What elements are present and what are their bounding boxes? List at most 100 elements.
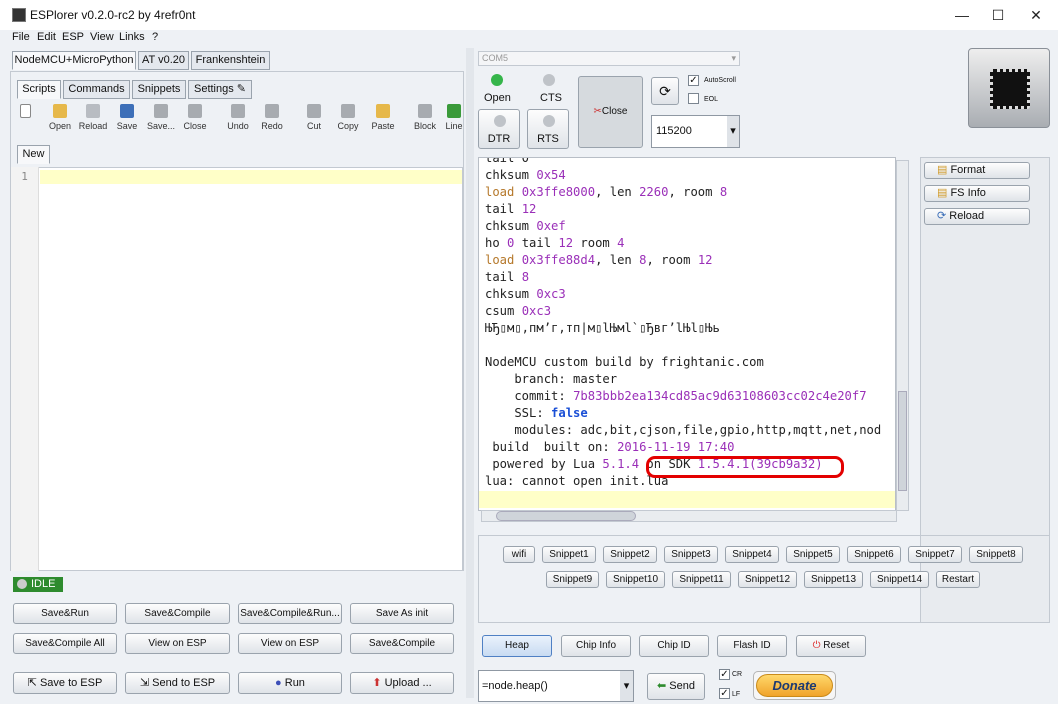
view-on-esp-button[interactable]: View on ESP [125,633,230,654]
rts-button[interactable]: RTS [527,109,569,149]
terminal-segment: , room [646,253,698,267]
undo-button[interactable]: Undo [221,104,255,131]
open-button[interactable]: Open [43,104,77,131]
donate-button[interactable]: Donate [756,674,833,697]
send-button[interactable]: ⬅ Send [647,673,705,700]
baud-rate-select[interactable]: 115200 ▾ [651,115,740,148]
hscroll-thumb[interactable] [496,511,636,521]
cr-checkbox[interactable]: ✓ [719,669,730,680]
port-select[interactable]: COM5 ▾ [478,51,740,66]
chip-info-button[interactable]: Chip Info [561,635,631,657]
snippet-11-button[interactable]: Snippet11 [672,571,731,588]
menu-help[interactable]: ? [152,31,158,43]
save-compile-button[interactable]: Save&Compile [125,603,230,624]
reload-label: Reload [78,121,108,131]
chip-id-button[interactable]: Chip ID [639,635,709,657]
terminal-line: commit: 7b83bbb2ea134cd85ac9d63108603cc0… [485,389,866,403]
reload-button[interactable]: Reload [76,104,110,131]
send-to-esp-button[interactable]: ⇲ Send to ESP [125,672,230,694]
lf-checkbox[interactable]: ✓ [719,688,730,699]
snippet-4-button[interactable]: Snippet4 [725,546,779,563]
close-window-button[interactable]: ✕ [1014,0,1058,30]
menu-file[interactable]: File [12,31,30,43]
snippet-5-button[interactable]: Snippet5 [786,546,840,563]
paste-button[interactable]: Paste [366,104,400,131]
copy-button[interactable]: Copy [331,104,365,131]
save-button[interactable]: Save [110,104,144,131]
save-to-esp-button[interactable]: ⇱ Save to ESP [13,672,117,694]
redo-button[interactable]: Redo [255,104,289,131]
tab-nodemcu[interactable]: NodeMCU+MicroPython [12,51,136,70]
snippet-3-button[interactable]: Snippet3 [664,546,718,563]
restart-button[interactable]: Restart [936,571,980,588]
terminal-segment: chksum [485,287,537,301]
line-button[interactable]: Line [444,104,464,131]
autoscroll-checkbox[interactable]: ✓ [688,75,699,86]
dtr-button[interactable]: DTR [478,109,520,149]
menu-edit[interactable]: Edit [37,31,56,43]
menu-links[interactable]: Links [119,31,145,43]
terminal-line: lua: cannot open init.lua [485,474,668,488]
dtr-led-icon [494,115,506,127]
snippet-9-button[interactable]: Snippet9 [546,571,599,588]
terminal-segment: tail [485,202,522,216]
snippet-2-button[interactable]: Snippet2 [603,546,657,563]
baud-dropdown-icon: ▾ [727,116,739,147]
close-file-button[interactable]: Close [178,104,212,131]
terminal-line: tail 8 [485,270,529,284]
run-button[interactable]: ● Run [238,672,342,694]
heap-button[interactable]: Heap [482,635,552,657]
format-button[interactable]: ▤ Format [924,162,1030,179]
upload-button[interactable]: ⬆ Upload ... [350,672,454,694]
menu-esp[interactable]: ESP [62,31,84,43]
terminal-segment: tail [514,236,559,250]
terminal-vscroll[interactable] [896,160,909,511]
reset-button[interactable]: ⏻ Reset [796,635,866,657]
save-as-init-button[interactable]: Save As init [350,603,454,624]
open-port-label[interactable]: Open [484,92,511,104]
save-as-button[interactable]: Save... [144,104,178,131]
tab-at[interactable]: AT v0.20 [138,51,189,70]
snippet-10-button[interactable]: Snippet10 [606,571,665,588]
tab-snippets[interactable]: Snippets [132,80,186,99]
vscroll-thumb[interactable] [898,391,907,491]
snippet-1-button[interactable]: Snippet1 [542,546,596,563]
save-run-button[interactable]: Save&Run [13,603,117,624]
menu-view[interactable]: View [90,31,114,43]
snippet-12-button[interactable]: Snippet12 [738,571,797,588]
fs-info-button[interactable]: ▤ FS Info [924,185,1030,202]
file-tab-new[interactable]: New [17,145,50,164]
terminal-hscroll[interactable] [481,510,897,522]
tab-settings[interactable]: Settings ✎ [188,80,252,99]
current-line-highlight [40,170,462,184]
snippet-7-button[interactable]: Snippet7 [908,546,962,563]
close-port-button[interactable]: ✂Close [578,76,643,148]
tab-frankenshtein[interactable]: Frankenshtein [191,51,270,70]
splitter[interactable] [466,48,474,698]
view-on-esp-button-2[interactable]: View on ESP [238,633,342,654]
terminal-segment: 8 [521,270,530,284]
port-value: COM5 [482,53,509,63]
reload-fs-button[interactable]: ⟳ Reload [924,208,1030,225]
save-compile-button-2[interactable]: Save&Compile [350,633,454,654]
terminal-segment: NodeMCU custom build by frightanic.com [485,355,764,369]
flash-id-button[interactable]: Flash ID [717,635,787,657]
cut-button[interactable]: Cut [297,104,331,131]
snippet-14-button[interactable]: Snippet14 [870,571,929,588]
new-file-button[interactable] [8,104,42,121]
refresh-ports-button[interactable]: ⟳ [651,77,679,105]
save-compile-all-button[interactable]: Save&Compile All [13,633,117,654]
redo-icon [265,104,279,118]
snippet-8-button[interactable]: Snippet8 [969,546,1023,563]
tab-scripts[interactable]: Scripts [17,80,61,99]
code-editor[interactable] [11,167,463,571]
reload-fs-label: Reload [949,210,985,222]
block-button[interactable]: Block [408,104,442,131]
save-compile-run-button[interactable]: Save&Compile&Run... [238,603,342,624]
snippet-6-button[interactable]: Snippet6 [847,546,901,563]
tab-commands[interactable]: Commands [63,80,130,99]
command-input[interactable]: =node.heap() ▾ [478,670,634,702]
snippet-13-button[interactable]: Snippet13 [804,571,863,588]
snippet-wifi-button[interactable]: wifi [503,546,535,563]
eol-checkbox[interactable] [688,93,699,104]
